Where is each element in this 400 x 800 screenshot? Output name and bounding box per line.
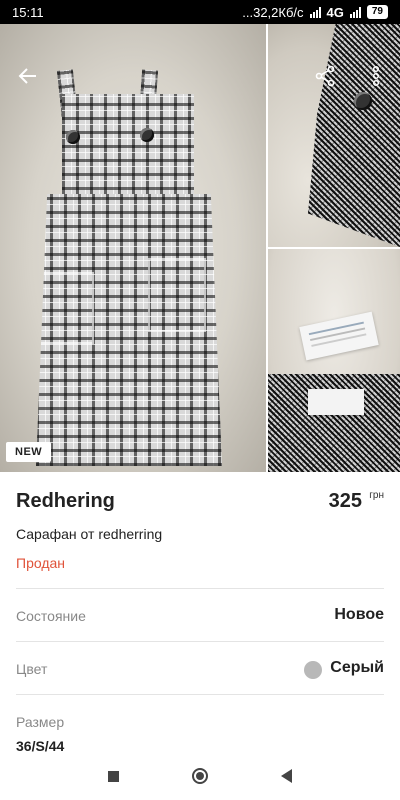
detail-photo-bottom[interactable]	[268, 249, 400, 472]
status-bar: 15:11 ...32,2Кб/с 4G 79	[0, 0, 400, 24]
product-price: 325	[328, 490, 362, 512]
dress-body	[36, 194, 222, 466]
recents-square-icon	[107, 770, 119, 782]
closeup-button	[354, 92, 372, 110]
size-label: Размер	[16, 714, 65, 730]
network-speed: ...32,2Кб/с	[242, 4, 304, 20]
dress-button-left	[66, 130, 80, 144]
product-subtitle: Сарафан от redherring	[16, 526, 163, 542]
system-back-button[interactable]	[275, 764, 299, 788]
color-label: Цвет	[16, 661, 48, 677]
fabric-closeup	[308, 24, 400, 247]
more-vertical-icon	[372, 65, 380, 87]
color-swatch	[304, 661, 322, 679]
price-tag	[299, 311, 379, 361]
dress-pocket-left	[38, 272, 94, 344]
system-nav-bar	[0, 752, 400, 800]
sold-status: Продан	[16, 555, 66, 571]
condition-label: Состояние	[16, 608, 86, 624]
new-badge: NEW	[6, 442, 52, 462]
dress-button-right	[140, 128, 154, 142]
share-button[interactable]	[313, 64, 337, 93]
back-button[interactable]	[16, 64, 40, 93]
status-time: 15:11	[12, 4, 44, 20]
signal-icon	[309, 6, 321, 18]
color-row: Цвет Серый	[16, 641, 384, 693]
arrow-left-icon	[18, 68, 36, 84]
more-button[interactable]	[368, 64, 384, 93]
condition-value: Новое	[334, 606, 384, 623]
battery-icon: 79	[366, 5, 388, 19]
recents-button[interactable]	[101, 764, 125, 788]
photo-gallery: NEW	[0, 24, 400, 472]
share-icon	[315, 65, 335, 87]
dress-bib	[62, 94, 194, 204]
network-type: 4G	[326, 4, 344, 20]
status-indicators: ...32,2Кб/с 4G 79	[242, 5, 388, 20]
product-title: Redhering	[16, 490, 115, 512]
title-row: Redhering 325 грн	[16, 490, 384, 520]
back-triangle-icon	[281, 769, 293, 783]
condition-row: Состояние Новое	[16, 588, 384, 640]
signal-icon-2	[349, 6, 361, 18]
dress-pocket-right	[148, 258, 206, 332]
home-circle-icon	[191, 768, 208, 784]
detail-photo-top[interactable]	[268, 24, 400, 247]
home-button[interactable]	[188, 764, 212, 788]
color-value: Серый	[330, 659, 384, 676]
price-currency: грн	[369, 490, 384, 501]
brand-label	[308, 389, 364, 415]
size-row-divider	[16, 694, 384, 695]
